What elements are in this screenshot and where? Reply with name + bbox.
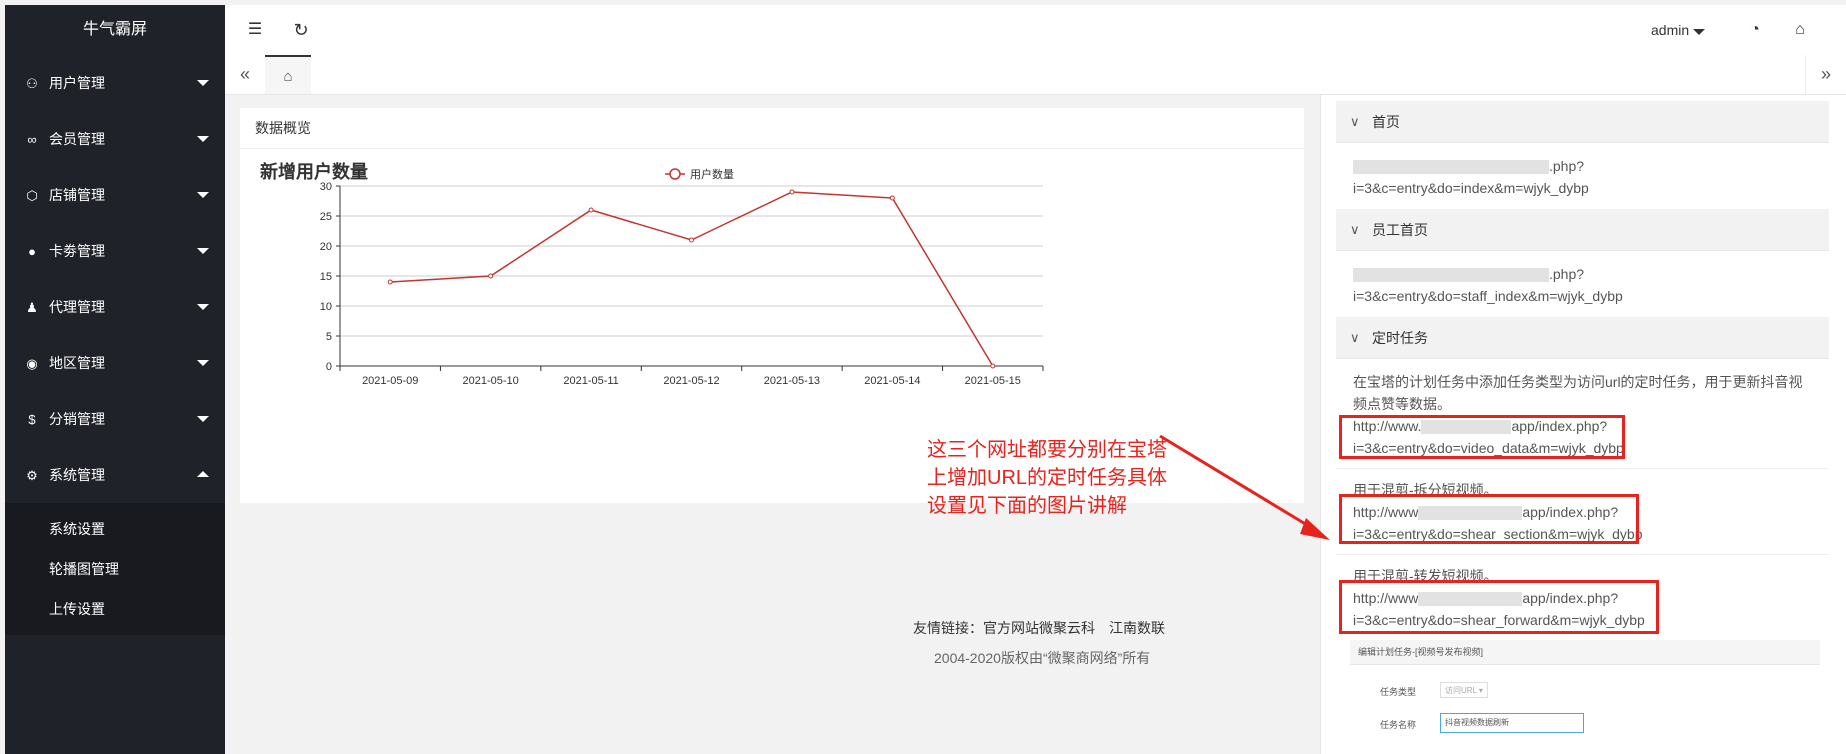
annotation-text: 这三个网址都要分别在宝塔上增加URL的定时任务具体设置见下面的图片讲解 — [927, 439, 1168, 517]
embed-title: 编辑计划任务-[视频号发布视频] — [1350, 640, 1820, 665]
embedded-task-screenshot: 编辑计划任务-[视频号发布视频] 任务类型 访问URL ▾ 任务名称 抖音视频数… — [1350, 640, 1820, 754]
arrow-head — [1300, 518, 1330, 540]
embed-type-label: 任务类型 — [1380, 687, 1417, 697]
embed-name-label: 任务名称 — [1380, 720, 1417, 730]
embed-name-input[interactable]: 抖音视频数据刷新 — [1440, 713, 1584, 733]
embed-type-select[interactable]: 访问URL ▾ — [1440, 682, 1488, 698]
arrow-line — [1159, 434, 1313, 530]
